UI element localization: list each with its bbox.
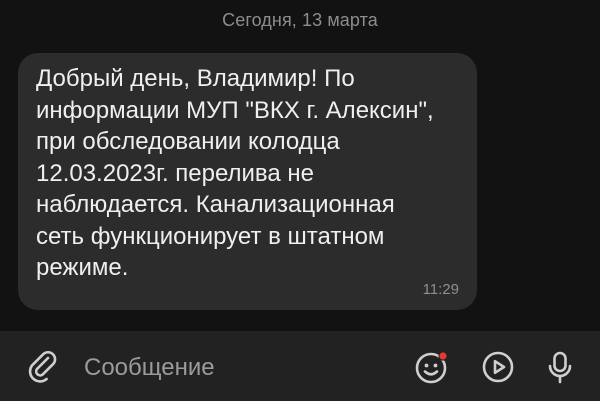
message-input[interactable]: Сообщение — [84, 353, 384, 383]
date-separator: Сегодня, 13 марта — [222, 10, 378, 30]
message-bubble[interactable]: Добрый день, Владимир! По информации МУП… — [18, 53, 477, 310]
message-time: 11:29 — [422, 281, 459, 298]
play-circle-icon — [482, 351, 514, 383]
voice-message-button[interactable] — [542, 349, 578, 385]
paperclip-icon — [28, 351, 57, 383]
emoji-button[interactable] — [414, 349, 450, 385]
notification-dot — [439, 352, 447, 360]
message-text: Добрый день, Владимир! По информации МУП… — [36, 65, 434, 281]
chat-area: Сегодня, 13 марта Добрый день, Владимир!… — [0, 0, 600, 331]
smiley-icon — [415, 351, 448, 384]
message-composer: Сообщение — [0, 331, 600, 401]
attach-button[interactable] — [26, 350, 60, 384]
video-message-button[interactable] — [480, 349, 516, 385]
microphone-icon — [548, 351, 572, 384]
